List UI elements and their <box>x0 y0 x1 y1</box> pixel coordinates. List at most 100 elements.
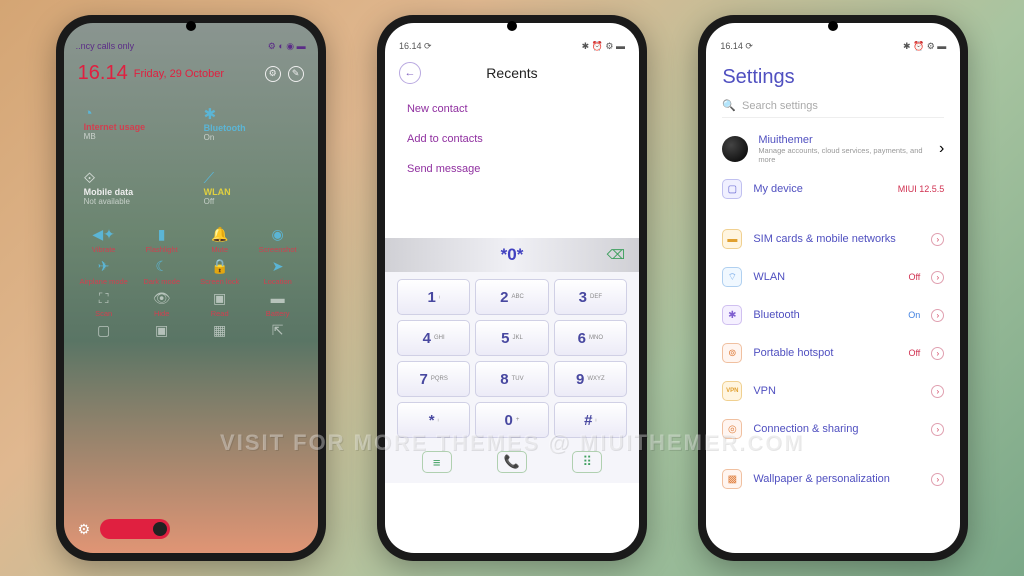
key-8[interactable]: 8TUV <box>475 361 548 397</box>
qs-tile[interactable]: ☾Dark mode <box>134 258 190 286</box>
device-icon: ▢ <box>722 179 742 199</box>
wifi-icon: ⟋ <box>204 170 298 187</box>
qs-tile[interactable]: ▣Read <box>192 290 248 318</box>
row-mydevice[interactable]: ▢ My device MIUI 12.5.5 <box>706 170 960 208</box>
brightness-slider[interactable] <box>100 519 170 539</box>
qs-tile[interactable]: 👁Hide <box>134 290 190 318</box>
tile-icon: ▣ <box>134 322 190 340</box>
menu-add-contacts[interactable]: Add to contacts <box>407 124 617 154</box>
tile-icon: ▮ <box>134 226 190 244</box>
row-icon: ✱ <box>722 305 742 325</box>
key-4[interactable]: 4GHI <box>397 320 470 356</box>
qs-tile[interactable]: ▮Flashlight <box>134 226 190 254</box>
chevron-icon: › <box>931 271 944 284</box>
qs-tile[interactable]: ◉Screenshot <box>250 226 306 254</box>
key-2[interactable]: 2ABC <box>475 279 548 315</box>
gear-icon[interactable]: ⚙ <box>78 521 91 538</box>
settings-row[interactable]: ⌔WLANOff› <box>706 258 960 296</box>
tile-icon: ◉ <box>250 226 306 244</box>
qs-tile[interactable]: ✈Airplane mode <box>76 258 132 286</box>
qs-tile[interactable]: ◀✦Vibrate <box>76 226 132 254</box>
tile-icon: 👁 <box>134 290 190 308</box>
row-icon: ⊚ <box>722 343 742 363</box>
status-time: 16.14 ⟳ <box>399 41 432 52</box>
bluetooth-icon: ✱ <box>204 105 298 123</box>
qs-tile[interactable]: ⛶Scan <box>76 290 132 318</box>
menu-send-message[interactable]: Send message <box>407 154 617 184</box>
tile-icon: ▦ <box>192 322 248 340</box>
phone-quicksettings: ..ncy calls only ⚙ ◐ ◉ ▬ 16.14 Friday, 2… <box>56 15 326 561</box>
wallpaper-icon: ▩ <box>722 469 742 489</box>
camera-punch <box>507 21 517 31</box>
key-3[interactable]: 3DEF <box>554 279 627 315</box>
chevron-icon: › <box>931 233 944 246</box>
settings-row[interactable]: ⊚Portable hotspotOff› <box>706 334 960 372</box>
qs-grid: ◀✦Vibrate▮Flashlight🔔Mute◉Screenshot ✈Air… <box>64 220 318 347</box>
status-time: 16.14 ⟳ <box>720 41 753 52</box>
tile-icon: 🔒 <box>192 258 248 276</box>
miui-version: MIUI 12.5.5 <box>898 184 945 194</box>
chevron-icon: › <box>939 140 944 158</box>
settings-row[interactable]: VPNVPN› <box>706 372 960 410</box>
dialer-menu: New contact Add to contacts Send message <box>385 90 639 188</box>
back-button[interactable]: ← <box>399 62 421 84</box>
tile-icon: ▬ <box>250 290 306 308</box>
phone-settings: 16.14 ⟳ ✱ ⏰ ⚙ ▬ Settings 🔍 Search settin… <box>698 15 968 561</box>
tile-mobiledata[interactable]: ⟐Mobile dataNot available <box>78 164 184 212</box>
row-icon: ⌔ <box>722 267 742 287</box>
status-icons: ✱ ⏰ ⚙ ▬ <box>903 41 946 52</box>
avatar <box>722 136 748 162</box>
qs-tile[interactable]: 🔒Screen lock <box>192 258 248 286</box>
edit-icon[interactable]: ✎ <box>288 66 304 82</box>
tile-icon: 🔔 <box>192 226 248 244</box>
chevron-icon: › <box>931 385 944 398</box>
tile-wlan[interactable]: ⟋WLANOff <box>198 164 304 212</box>
row-icon: VPN <box>722 381 742 401</box>
camera-punch <box>186 21 196 31</box>
status-icons: ⚙ ◐ ◉ ▬ <box>268 41 306 52</box>
key-5[interactable]: 5JKL <box>475 320 548 356</box>
row-wallpaper[interactable]: ▩ Wallpaper & personalization › <box>706 460 960 498</box>
account-row[interactable]: Miuithemer Manage accounts, cloud servic… <box>706 128 960 170</box>
qs-tile[interactable]: ➤Location <box>250 258 306 286</box>
qs-tile[interactable]: ▣ <box>134 322 190 341</box>
status-carrier: ..ncy calls only <box>76 41 135 52</box>
settings-icon[interactable]: ⚙ <box>265 66 281 82</box>
tile-internet[interactable]: ◔Internet usageMB <box>78 99 184 148</box>
phone-dialer: 16.14 ⟳ ✱ ⏰ ⚙ ▬ ← Recents New contact Ad… <box>377 15 647 561</box>
backspace-icon[interactable]: ⌫ <box>607 247 625 263</box>
key-1[interactable]: 1ᵢ <box>397 279 470 315</box>
dialed-number: *0* <box>501 245 524 265</box>
qs-tile[interactable]: 🔔Mute <box>192 226 248 254</box>
qs-tile[interactable]: ⇱ <box>250 322 306 341</box>
settings-row[interactable]: ▬SIM cards & mobile networks› <box>706 220 960 258</box>
clock-time: 16.14 <box>78 62 128 85</box>
search-placeholder: Search settings <box>742 100 818 112</box>
key-6[interactable]: 6MNO <box>554 320 627 356</box>
row-icon: ▬ <box>722 229 742 249</box>
status-icons: ✱ ⏰ ⚙ ▬ <box>582 41 625 52</box>
settings-row[interactable]: ✱BluetoothOn› <box>706 296 960 334</box>
tile-icon: ◀✦ <box>76 226 132 244</box>
menu-new-contact[interactable]: New contact <box>407 94 617 124</box>
watermark: VISIT FOR MORE THEMES @ MIUITHEMER.COM <box>0 430 1024 456</box>
account-name: Miuithemer <box>758 134 929 146</box>
qs-tile[interactable]: ▢ <box>76 322 132 341</box>
camera-punch <box>828 21 838 31</box>
tile-icon: ✈ <box>76 258 132 276</box>
qs-tile[interactable]: ▬Battery <box>250 290 306 318</box>
key-9[interactable]: 9WXYZ <box>554 361 627 397</box>
qs-tile[interactable]: ▦ <box>192 322 248 341</box>
tile-icon: ⛶ <box>76 290 132 308</box>
chevron-icon: › <box>931 309 944 322</box>
qs-header: 16.14 Friday, 29 October ⚙ ✎ <box>64 56 318 91</box>
antenna-icon: ⟐ <box>84 170 178 187</box>
account-desc: Manage accounts, cloud services, payment… <box>758 146 929 164</box>
tile-icon: ⇱ <box>250 322 306 340</box>
search-input[interactable]: 🔍 Search settings <box>722 99 944 118</box>
key-7[interactable]: 7PQRS <box>397 361 470 397</box>
dial-display: *0* ⌫ <box>385 238 639 272</box>
search-icon: 🔍 <box>722 99 736 112</box>
droplet-icon: ◔ <box>84 105 178 122</box>
tile-bluetooth[interactable]: ✱BluetoothOn <box>198 99 304 148</box>
